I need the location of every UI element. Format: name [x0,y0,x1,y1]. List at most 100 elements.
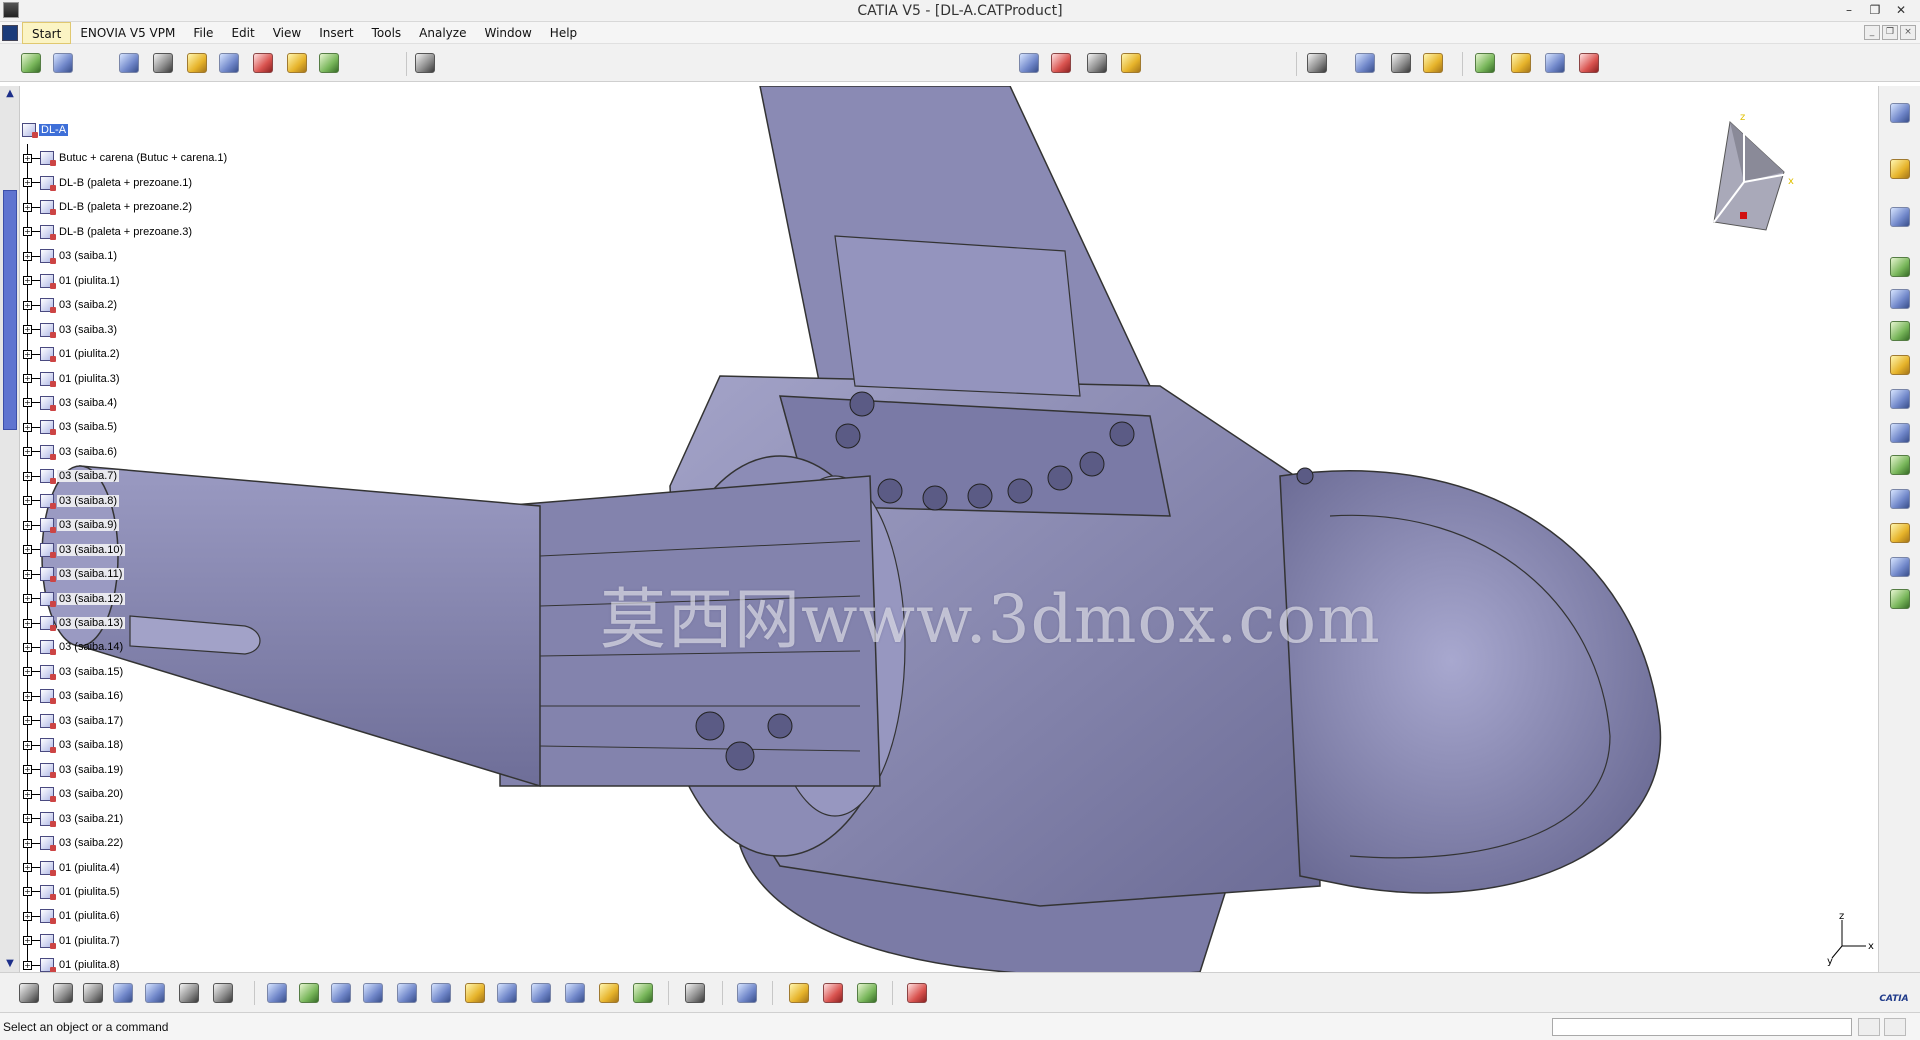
expand-toggle-icon[interactable]: + [23,569,32,579]
expand-toggle-icon[interactable]: + [23,789,32,799]
tree-node-label[interactable]: 03 (saiba.19) [57,764,125,776]
tree-node-label[interactable]: 03 (saiba.22) [57,837,125,849]
expand-toggle-icon[interactable]: + [23,153,32,163]
new-component-icon[interactable] [18,50,44,76]
coincidence-constraint-icon[interactable] [1887,254,1913,280]
expand-toggle-icon[interactable]: + [23,251,32,261]
snap-icon[interactable] [1048,50,1074,76]
tree-node-label[interactable]: Butuc + carena (Butuc + carena.1) [57,152,229,164]
expand-toggle-icon[interactable]: + [23,520,32,530]
close-button[interactable]: ✕ [1888,0,1914,20]
contact-constraint-icon[interactable] [1887,286,1913,312]
tree-node[interactable]: +03 (saiba.19) [20,760,125,780]
expand-toggle-icon[interactable]: + [23,276,32,286]
tree-node[interactable]: +03 (saiba.18) [20,735,125,755]
tree-node-label[interactable]: 01 (piulita.6) [57,910,122,922]
manipulation-icon[interactable] [1016,50,1042,76]
tree-node[interactable]: +03 (saiba.22) [20,833,125,853]
flag-note-icon[interactable] [1887,520,1913,546]
wear-tool-icon[interactable] [734,980,760,1006]
save-as-icon[interactable] [1542,50,1568,76]
tree-node-label[interactable]: 01 (piulita.1) [57,275,122,287]
tree-node[interactable]: +03 (saiba.3) [20,320,119,340]
swap-space-icon[interactable] [630,980,656,1006]
menu-tools[interactable]: Tools [363,22,411,44]
normal-view-icon[interactable] [462,980,488,1006]
save-management-icon[interactable] [1472,50,1498,76]
expand-toggle-icon[interactable]: + [23,545,32,555]
tree-node-label[interactable]: DL-B (paleta + prezoane.2) [57,201,194,213]
expand-toggle-icon[interactable]: + [23,863,32,872]
doc-restore-button[interactable]: ❐ [1882,25,1898,40]
measure-between-icon[interactable] [1352,50,1378,76]
measure-inertia-icon[interactable] [1420,50,1446,76]
fix-component-icon[interactable] [1887,386,1913,412]
doc-minimize-button[interactable]: _ [1864,25,1880,40]
menu-view[interactable]: View [264,22,310,44]
tree-node[interactable]: +03 (saiba.5) [20,417,119,437]
tree-node-label[interactable]: DL-B (paleta + prezoane.1) [57,177,194,189]
tree-node[interactable]: +03 (saiba.16) [20,686,125,706]
tree-node-label[interactable]: 03 (saiba.9) [57,519,120,532]
design-table-icon[interactable] [110,980,136,1006]
capture-camera-icon[interactable] [682,980,708,1006]
rotate-icon[interactable] [360,980,386,1006]
offset-constraint-icon[interactable] [1887,318,1913,344]
expand-toggle-icon[interactable]: + [23,667,32,677]
select-arrow-icon[interactable] [1887,156,1913,182]
expand-toggle-icon[interactable]: + [23,398,32,408]
tree-node[interactable]: +03 (saiba.1) [20,246,119,266]
pan-icon[interactable] [328,980,354,1006]
knowledge-swirl-icon[interactable] [412,50,438,76]
tree-node[interactable]: +03 (saiba.20) [20,784,125,804]
update-icon[interactable] [284,50,310,76]
tree-node-label[interactable]: 03 (saiba.7) [57,470,120,483]
parameters-icon[interactable] [210,980,236,1006]
tree-node-label[interactable]: 03 (saiba.6) [57,446,119,458]
tree-node[interactable]: +01 (piulita.4) [20,858,122,878]
catalog-icon[interactable] [820,980,846,1006]
doc-close-button[interactable]: × [1900,25,1916,40]
scroll-thumb[interactable] [3,190,17,430]
plant-cell-icon[interactable] [854,980,880,1006]
tree-node[interactable]: + Butuc + carena (Butuc + carena.1) [20,148,229,168]
expand-toggle-icon[interactable]: + [23,887,32,897]
expand-toggle-icon[interactable]: + [23,594,32,604]
stop-manipulate-icon[interactable] [1118,50,1144,76]
menu-enovia[interactable]: ENOVIA V5 VPM [71,22,184,44]
multi-view-icon[interactable] [494,980,520,1006]
tree-node-label[interactable]: 03 (saiba.17) [57,715,125,727]
replace-component-icon[interactable] [150,50,176,76]
tree-node[interactable]: +03 (saiba.7) [20,466,120,486]
power-input-field[interactable] [1552,1018,1852,1036]
tree-node-label[interactable]: 03 (saiba.2) [57,299,119,311]
tree-node[interactable]: +01 (piulita.3) [20,369,122,389]
tree-node-label[interactable]: 03 (saiba.1) [57,250,119,262]
existing-component-icon[interactable] [116,50,142,76]
annotation-text-icon[interactable] [1887,486,1913,512]
tree-node-label[interactable]: 03 (saiba.10) [57,543,126,556]
expand-toggle-icon[interactable]: + [23,642,32,652]
tree-node-label[interactable]: DL-A [39,124,69,136]
hide-show-icon[interactable] [596,980,622,1006]
tree-node[interactable]: + DL-B (paleta + prezoane.3) [20,222,194,242]
tree-node-label[interactable]: 01 (piulita.2) [57,348,122,360]
tree-node-label[interactable]: 03 (saiba.16) [57,690,125,702]
tree-node[interactable]: +03 (saiba.17) [20,711,125,731]
tree-node[interactable]: +03 (saiba.4) [20,393,119,413]
scroll-up-arrow-icon[interactable]: ▲ [3,88,17,100]
graph-tree-icon[interactable] [216,50,242,76]
scroll-down-arrow-icon[interactable]: ▼ [3,958,17,970]
catalog-browser-icon[interactable] [1304,50,1330,76]
tree-node-label[interactable]: 03 (saiba.13) [57,617,126,629]
tree-node-label[interactable]: 03 (saiba.3) [57,324,119,336]
tree-node-label[interactable]: 03 (saiba.21) [57,813,125,825]
tree-node[interactable]: + DL-B (paleta + prezoane.2) [20,197,194,217]
tree-node[interactable]: +03 (saiba.21) [20,809,125,829]
tree-node[interactable]: +01 (piulita.1) [20,271,122,291]
tree-node[interactable]: +01 (piulita.5) [20,882,122,902]
angle-constraint-icon[interactable] [1887,352,1913,378]
expand-toggle-icon[interactable]: + [23,936,32,946]
move-icon[interactable] [1887,204,1913,230]
menu-help[interactable]: Help [541,22,586,44]
